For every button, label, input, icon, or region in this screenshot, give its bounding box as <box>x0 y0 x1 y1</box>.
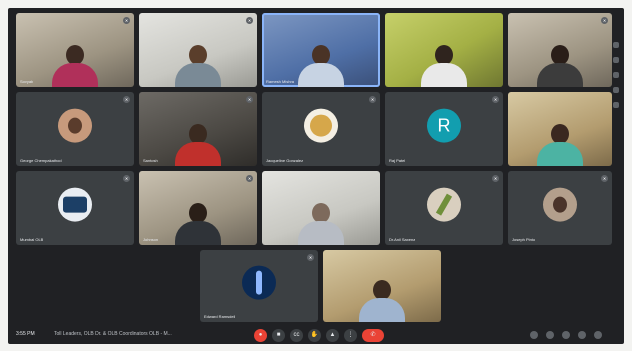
participant-tile[interactable] <box>385 13 503 87</box>
participant-name: Edward Ramsdell <box>204 314 236 319</box>
people-icon[interactable] <box>546 331 554 339</box>
avatar <box>242 265 276 300</box>
more-icon[interactable] <box>613 87 619 93</box>
avatar <box>58 108 92 143</box>
participant-video <box>537 45 583 87</box>
participant-video <box>175 203 221 245</box>
avatar <box>304 108 338 143</box>
meeting-title: Toll Leaders, OLB Dr. & OLB Coordinators… <box>54 331 172 337</box>
settings-icon[interactable] <box>613 102 619 108</box>
participant-video <box>52 45 98 87</box>
participant-name: Joseph Pinto <box>512 237 536 242</box>
participant-name: Santosh <box>143 158 158 163</box>
participant-tile[interactable]: ✕ Johnson <box>139 171 257 245</box>
more-options-icon[interactable]: ⋮ <box>344 329 357 342</box>
mic-off-icon: ✕ <box>123 96 130 103</box>
grid-icon[interactable] <box>613 72 619 78</box>
mic-off-icon: ✕ <box>307 254 314 261</box>
camera-icon[interactable]: ■ <box>272 329 285 342</box>
mic-off-icon: ✕ <box>246 17 253 24</box>
participant-tile[interactable]: ✕ Edward Ramsdell <box>200 250 318 322</box>
participant-video <box>359 280 405 322</box>
participant-name: Dr.Anil Saxena <box>389 237 416 242</box>
participant-tile[interactable]: ✕ <box>139 13 257 87</box>
side-panel-icons <box>611 42 621 126</box>
mic-off-icon: ✕ <box>123 175 130 182</box>
participant-video <box>298 45 344 87</box>
mic-off-icon: ✕ <box>369 96 376 103</box>
participant-name: Jacqueline Gonzalez <box>266 158 304 163</box>
participant-tile[interactable]: ✕ Mumbai OLB <box>16 171 134 245</box>
participant-video <box>298 203 344 245</box>
mic-off-icon[interactable]: ● <box>254 329 267 342</box>
end-call-icon[interactable]: ✆ <box>362 329 384 342</box>
meeting-window: ✕ Sovyab ✕ Ramesh Mishra ✕ ✕ George Chem… <box>8 8 624 344</box>
participant-name: Mumbai OLB <box>20 237 44 242</box>
participant-tile[interactable] <box>262 171 380 245</box>
host-controls-icon[interactable] <box>594 331 602 339</box>
participant-tile[interactable] <box>508 92 612 166</box>
chat-icon[interactable] <box>562 331 570 339</box>
participant-video <box>175 124 221 166</box>
avatar <box>427 187 461 222</box>
participant-tile[interactable]: ✕ <box>508 13 612 87</box>
participant-tile[interactable] <box>323 250 441 322</box>
avatar: R <box>427 108 461 143</box>
avatar <box>58 187 92 222</box>
raise-hand-icon[interactable]: ✋ <box>308 329 321 342</box>
participant-tile[interactable]: ✕ George Chempakathod <box>16 92 134 166</box>
participant-tile[interactable]: ✕ Jacqueline Gonzalez <box>262 92 380 166</box>
captions-icon[interactable]: cc <box>290 329 303 342</box>
mic-off-icon: ✕ <box>246 96 253 103</box>
participant-name: Ramesh Mishra <box>266 79 295 84</box>
participant-name: Johnson <box>143 237 159 242</box>
participant-tile[interactable]: ✕ Dr.Anil Saxena <box>385 171 503 245</box>
mic-off-icon: ✕ <box>492 175 499 182</box>
participant-tile[interactable]: R ✕ Raj Patel <box>385 92 503 166</box>
participant-tile[interactable]: ✕ Santosh <box>139 92 257 166</box>
present-icon[interactable]: ▲ <box>326 329 339 342</box>
participant-name: Sovyab <box>20 79 34 84</box>
mic-off-icon: ✕ <box>601 17 608 24</box>
expand-icon[interactable] <box>613 57 619 63</box>
participant-tile-speaking[interactable]: Ramesh Mishra <box>262 13 380 87</box>
avatar <box>543 187 577 222</box>
participant-name: George Chempakathod <box>20 158 62 163</box>
mic-off-icon: ✕ <box>246 175 253 182</box>
participant-tile[interactable]: ✕ Sovyab <box>16 13 134 87</box>
participant-video <box>175 45 221 87</box>
control-bar: 3:55 PM Toll Leaders, OLB Dr. & OLB Coor… <box>8 326 624 344</box>
mic-off-icon: ✕ <box>492 96 499 103</box>
activities-icon[interactable] <box>578 331 586 339</box>
participant-video <box>537 124 583 166</box>
mic-off-icon: ✕ <box>601 175 608 182</box>
meeting-time: 3:55 PM <box>16 331 35 337</box>
participant-name: Raj Patel <box>389 158 406 163</box>
pin-icon[interactable] <box>613 42 619 48</box>
mic-off-icon: ✕ <box>123 17 130 24</box>
info-icon[interactable] <box>530 331 538 339</box>
participant-video <box>421 45 467 87</box>
participant-tile[interactable]: ✕ Joseph Pinto <box>508 171 612 245</box>
